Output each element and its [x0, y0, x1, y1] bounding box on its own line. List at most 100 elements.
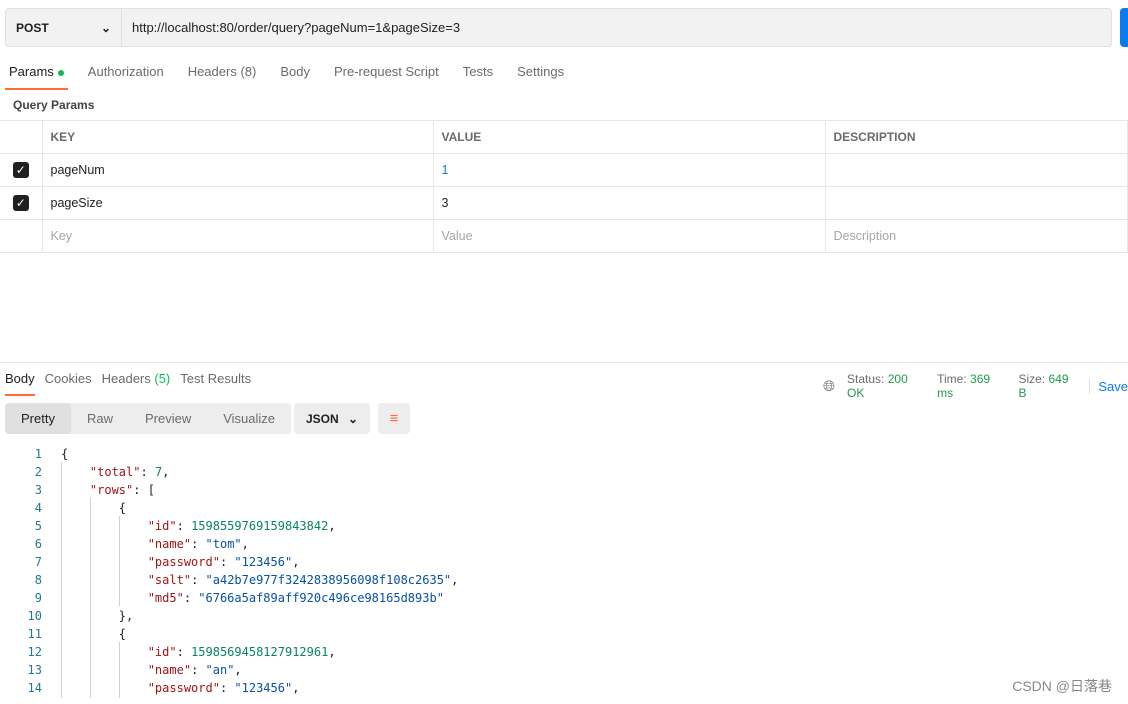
code-line: 13 "name": "an",	[0, 661, 458, 679]
line-number: 5	[34, 519, 42, 533]
line-number: 13	[27, 663, 42, 677]
code-token: 1598569458127912961	[191, 645, 329, 659]
tab-response-headers[interactable]: Headers (5)	[97, 364, 176, 394]
code-token: ,	[292, 555, 300, 569]
tab-authorization[interactable]: Authorization	[76, 58, 176, 86]
code-token: ,	[328, 519, 336, 533]
line-number: 2	[34, 465, 42, 479]
code-line: 1{	[0, 445, 458, 463]
url-bar: POST ⌄ http://localhost:80/order/query?pa…	[5, 8, 1112, 47]
code-token: ,	[162, 465, 170, 479]
code-token: ,	[328, 645, 336, 659]
table-row-empty: Key Value Description	[0, 219, 1128, 253]
col-description: DESCRIPTION	[824, 120, 1128, 154]
code-token: :	[191, 573, 206, 587]
view-mode-selector: Pretty Raw Preview Visualize	[5, 403, 292, 434]
value-input[interactable]: Value	[432, 219, 826, 253]
description-input[interactable]: Description	[824, 219, 1128, 253]
globe-icon: 🌐︎	[823, 377, 836, 395]
code-token: :	[176, 519, 192, 533]
code-token: "md5"	[147, 591, 184, 605]
tab-tests[interactable]: Tests	[451, 58, 505, 86]
table-row: ✓ pageNum 1	[0, 153, 1128, 187]
view-visualize[interactable]: Visualize	[207, 403, 291, 434]
line-number: 10	[27, 609, 42, 623]
code-token: "tom"	[205, 537, 242, 551]
line-number: 11	[27, 627, 42, 641]
wrap-lines-icon[interactable]: ≡	[378, 403, 410, 434]
view-preview[interactable]: Preview	[129, 403, 207, 434]
divider	[0, 362, 1128, 363]
code-token: ,	[241, 537, 249, 551]
code-token: ,	[234, 663, 242, 677]
watermark: CSDN @日落巷	[1012, 678, 1112, 694]
method-select[interactable]: POST ⌄	[6, 9, 122, 46]
tab-response-body[interactable]: Body	[0, 364, 40, 396]
code-token: {	[61, 627, 127, 641]
params-indicator-dot	[57, 69, 64, 76]
checkbox[interactable]: ✓	[12, 162, 29, 178]
url-input[interactable]: http://localhost:80/order/query?pageNum=…	[122, 9, 460, 46]
code-line: 6 "name": "tom",	[0, 535, 458, 553]
tab-test-results[interactable]: Test Results	[175, 364, 256, 394]
code-token: :	[219, 681, 235, 695]
code-line: 7 "password": "123456",	[0, 553, 458, 571]
code-line: 3 "rows": [	[0, 481, 458, 499]
checkbox[interactable]: ✓	[12, 195, 29, 211]
code-line: 5 "id": 1598559769159843842,	[0, 517, 458, 535]
code-token: {	[61, 447, 69, 461]
code-line: 2 "total": 7,	[0, 463, 458, 481]
send-button[interactable]	[1120, 8, 1128, 47]
chevron-down-icon: ⌄	[100, 20, 111, 35]
code-token: :	[183, 591, 199, 605]
code-token: "name"	[147, 537, 192, 551]
code-token: "123456"	[234, 555, 293, 569]
tab-headers[interactable]: Headers (8)	[176, 58, 269, 86]
tab-params[interactable]: Params	[0, 58, 76, 90]
code-token: "salt"	[147, 573, 192, 587]
code-line: 8 "salt": "a42b7e977f3242838956098f108c2…	[0, 571, 459, 589]
code-token: "total"	[89, 465, 141, 479]
code-token: :	[219, 555, 235, 569]
code-token: "a42b7e977f3242838956098f108c2635"	[205, 573, 452, 587]
code-token: "rows"	[89, 483, 134, 497]
code-token: :	[191, 537, 206, 551]
query-params-table: KEY VALUE DESCRIPTION ✓ pageNum 1 ✓ pageSize 3…	[0, 120, 1128, 253]
table-row: ✓ pageSize 3	[0, 186, 1128, 220]
code-line: 11 {	[0, 625, 458, 643]
key-input[interactable]: Key	[41, 219, 434, 253]
code-token: "6766a5af89aff920c496ce98165d893b"	[198, 591, 444, 605]
line-number: 6	[34, 537, 42, 551]
response-tabs: Body Cookies Headers (5) Test Results	[0, 364, 256, 396]
save-response-button[interactable]: Save	[1089, 378, 1128, 394]
code-line: 10 },	[0, 607, 458, 625]
line-number: 7	[34, 555, 42, 569]
tab-settings[interactable]: Settings	[505, 58, 576, 86]
code-token: : [	[133, 483, 155, 497]
query-params-title: Query Params	[13, 98, 95, 112]
code-token: "id"	[147, 645, 177, 659]
response-status-bar: 🌐︎ Status: 200 OK Time: 369 ms Size: 649…	[823, 372, 1128, 400]
line-number: 9	[34, 591, 42, 605]
code-line: 9 "md5": "6766a5af89aff920c496ce98165d89…	[0, 589, 458, 607]
view-raw[interactable]: Raw	[71, 403, 129, 434]
response-body-code[interactable]: 1{2 "total": 7, 3 "rows": [4 {5 "id": 159…	[0, 445, 459, 697]
chevron-down-icon: ⌄	[347, 411, 358, 426]
line-number: 1	[34, 447, 42, 461]
code-token: "123456"	[234, 681, 293, 695]
code-token: 1598559769159843842	[191, 519, 329, 533]
code-line: 4 {	[0, 499, 458, 517]
line-number: 3	[34, 483, 42, 497]
code-token: "an"	[205, 663, 235, 677]
tab-pre-request-script[interactable]: Pre-request Script	[322, 58, 451, 86]
view-pretty[interactable]: Pretty	[5, 403, 71, 434]
format-select[interactable]: JSON ⌄	[294, 403, 370, 434]
tab-body[interactable]: Body	[268, 58, 322, 86]
tab-cookies[interactable]: Cookies	[40, 364, 97, 394]
code-token: ,	[451, 573, 459, 587]
